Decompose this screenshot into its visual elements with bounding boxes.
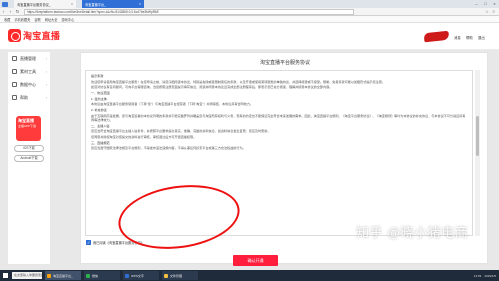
sidebar-item-label: 直播管理 (20, 55, 36, 61)
taobao-live-logo[interactable]: 淘宝直播 (8, 28, 68, 43)
box-icon (12, 69, 17, 74)
tab-label: 淘宝直播平台_ (85, 2, 106, 7)
help-link[interactable]: 帮助 (466, 35, 473, 40)
confirm-open-button[interactable]: 确认开通 (233, 255, 278, 266)
window-controls: – □ × (472, 0, 499, 8)
agreement-paragraph: 您应当遵守国家法律法规及平台规则，不得发布违法违规内容，不得从事任何损害平台或第… (91, 146, 246, 151)
logout-link[interactable]: 退出 (478, 35, 485, 40)
taskbar-app-label: WPS文字 (131, 273, 144, 278)
agreement-paragraph: 本协议由淘宝直播平台服务使用者（下称“您”）与淘宝直播平台经营者（下称“淘宝”）… (91, 102, 253, 107)
wps-app-icon (125, 273, 129, 278)
clock-date[interactable]: 2019/1/5 (484, 274, 496, 278)
agreement-paragraph: 由于互联网高速发展，您与淘宝签署的本协议列明的条款并不能完整罗列并覆盖您与淘宝所… (91, 113, 466, 122)
messages-link[interactable]: 消息 (454, 35, 461, 40)
clock-time[interactable]: 14:53 (474, 274, 482, 278)
forward-icon[interactable]: › (7, 9, 14, 14)
minimize-icon[interactable]: – (472, 0, 481, 8)
back-icon[interactable]: ‹ (0, 9, 7, 14)
bookmark-item[interactable]: 收藏 (4, 17, 10, 22)
chevron-right-icon: › (45, 95, 47, 100)
start-button[interactable] (0, 270, 10, 281)
taskbar-app[interactable]: WPS文字 (123, 271, 159, 280)
agreement-paragraph: 您同意并授权淘宝对您提交的资料进行审核，审核通过后方可开通直播权限。 (91, 134, 197, 139)
chart-icon (12, 82, 17, 87)
taskbar-search-input[interactable]: 在这里输入你要搜索的内容 (12, 272, 42, 279)
monitor-icon (12, 56, 17, 61)
close-window-icon[interactable]: × (490, 0, 499, 8)
agreement-paragraph: 一、协议范围 (91, 91, 110, 96)
agreement-paragraph: 三、直播规范 (91, 140, 110, 145)
close-icon[interactable]: × (139, 2, 141, 6)
windows-logo-icon (2, 273, 8, 278)
windows-taskbar: 在这里输入你要搜索的内容 淘宝直播平台_ 微信 WPS文字 文件管理 14:53… (0, 270, 499, 281)
sidebar-item-data[interactable]: 数据中心 › (8, 78, 50, 91)
chevron-right-icon: › (45, 56, 47, 61)
site-header: 淘宝直播 消息 帮助 退出 (0, 23, 499, 50)
bookmark-item[interactable]: 网址大全 (45, 17, 58, 22)
maximize-icon[interactable]: □ (481, 0, 490, 8)
taskbar-app-label: 文件管理 (170, 273, 183, 278)
menu-icon[interactable]: ≡ (493, 9, 495, 14)
address-actions: ☆ ≡ (485, 9, 495, 14)
logo-badge-icon (8, 29, 21, 42)
address-bar: ‹ › ↻ https://liveplatform.taobao.com/li… (0, 8, 499, 16)
taskbar-app[interactable]: 淘宝直播平台_ (45, 271, 81, 280)
system-tray: 14:53 2019/1/5 (474, 274, 496, 278)
tab-label: 淘宝直播平台服务协议_ (17, 2, 51, 7)
url-input[interactable]: https://liveplatform.taobao.com/live/liv… (24, 8, 354, 15)
sidebar-item-label: 帮助 (20, 94, 28, 100)
sidebar: 直播管理 › 素材工具 › 数据中心 › 帮助 › 淘宝直播 主播APP下载 i… (8, 52, 50, 264)
agreement-checkbox[interactable]: ✓ (86, 240, 91, 245)
sidebar-item-label: 数据中心 (20, 81, 36, 87)
logo-text: 淘宝直播 (23, 31, 61, 41)
taskbar-app[interactable]: 文件管理 (162, 271, 198, 280)
bookmark-item[interactable]: 谷歌 (34, 17, 40, 22)
folder-app-icon (164, 273, 168, 278)
browser-app-icon (47, 273, 51, 278)
scrollbar-thumb[interactable] (476, 116, 479, 156)
agreement-paragraph: 1. 签约主体 (91, 96, 107, 101)
ios-download-button[interactable]: iOS下载 (14, 145, 44, 152)
agreement-paragraph: 欢迎您申请使用淘宝直播平台服务！在您申请之前，请您仔细阅读本协议，特别是免除或者… (91, 79, 385, 84)
sidebar-item-materials[interactable]: 素材工具 › (8, 65, 50, 78)
agreement-paragraph: 您应当符合淘宝直播平台主播入驻条件，并按照平台要求提交真实、准确、完整的资料信息… (91, 129, 271, 134)
close-icon[interactable]: × (71, 2, 73, 6)
wechat-app-icon (86, 273, 90, 278)
agreement-paragraph: 二、主播入驻 (91, 123, 110, 128)
star-icon[interactable]: ☆ (485, 9, 489, 14)
chevron-right-icon: › (45, 82, 47, 87)
browser-title-bar: 淘宝直播平台服务协议_ × 淘宝直播平台_ × – □ × (0, 0, 499, 8)
tab-agreement[interactable]: 淘宝直播平台服务协议_ × (14, 0, 76, 8)
refresh-icon[interactable]: ↻ (14, 9, 21, 15)
sidebar-item-live-manage[interactable]: 直播管理 › (8, 52, 50, 65)
bookmark-item[interactable]: 游戏中心 (61, 17, 74, 22)
sidebar-item-label: 素材工具 (20, 68, 36, 74)
agreement-title: 淘宝直播平台服务协议 (259, 60, 310, 66)
agreement-paragraph: 提示条款 (91, 74, 104, 78)
taskbar-app-label: 微信 (92, 273, 99, 278)
taskbar-app[interactable]: 微信 (84, 271, 120, 280)
app-promo-banner[interactable]: 淘宝直播 主播APP下载 (16, 116, 41, 141)
tab-live-platform[interactable]: 淘宝直播平台_ × (82, 0, 144, 8)
bookmarks-bar: 收藏 手机收藏夹 谷歌 网址大全 游戏中心 (0, 16, 499, 23)
bookmark-item[interactable]: 手机收藏夹 (14, 17, 30, 22)
android-download-button[interactable]: Android下载 (14, 155, 44, 162)
redacted-username (423, 30, 450, 43)
sidebar-item-help[interactable]: 帮助 › (8, 91, 50, 104)
agreement-scrollbar[interactable] (475, 70, 480, 236)
agreement-paragraph: 2. 补充协议 (91, 108, 107, 113)
browser-logo-icon (2, 1, 8, 7)
agreement-paragraph: 如您对协议有任何疑问，可向平台客服咨询。当您按照注册页面提示填写信息、阅读并同意… (91, 85, 333, 90)
taskbar-app-label: 淘宝直播平台_ (53, 273, 73, 278)
screen: 淘宝直播平台服务协议_ × 淘宝直播平台_ × – □ × ‹ › ↻ http… (0, 0, 499, 281)
help-icon (12, 95, 17, 100)
chevron-right-icon: › (45, 69, 47, 74)
promo-subtitle: 主播APP下载 (18, 124, 37, 128)
zhihu-watermark: 知乎 @晓小猪电商 (356, 225, 469, 240)
